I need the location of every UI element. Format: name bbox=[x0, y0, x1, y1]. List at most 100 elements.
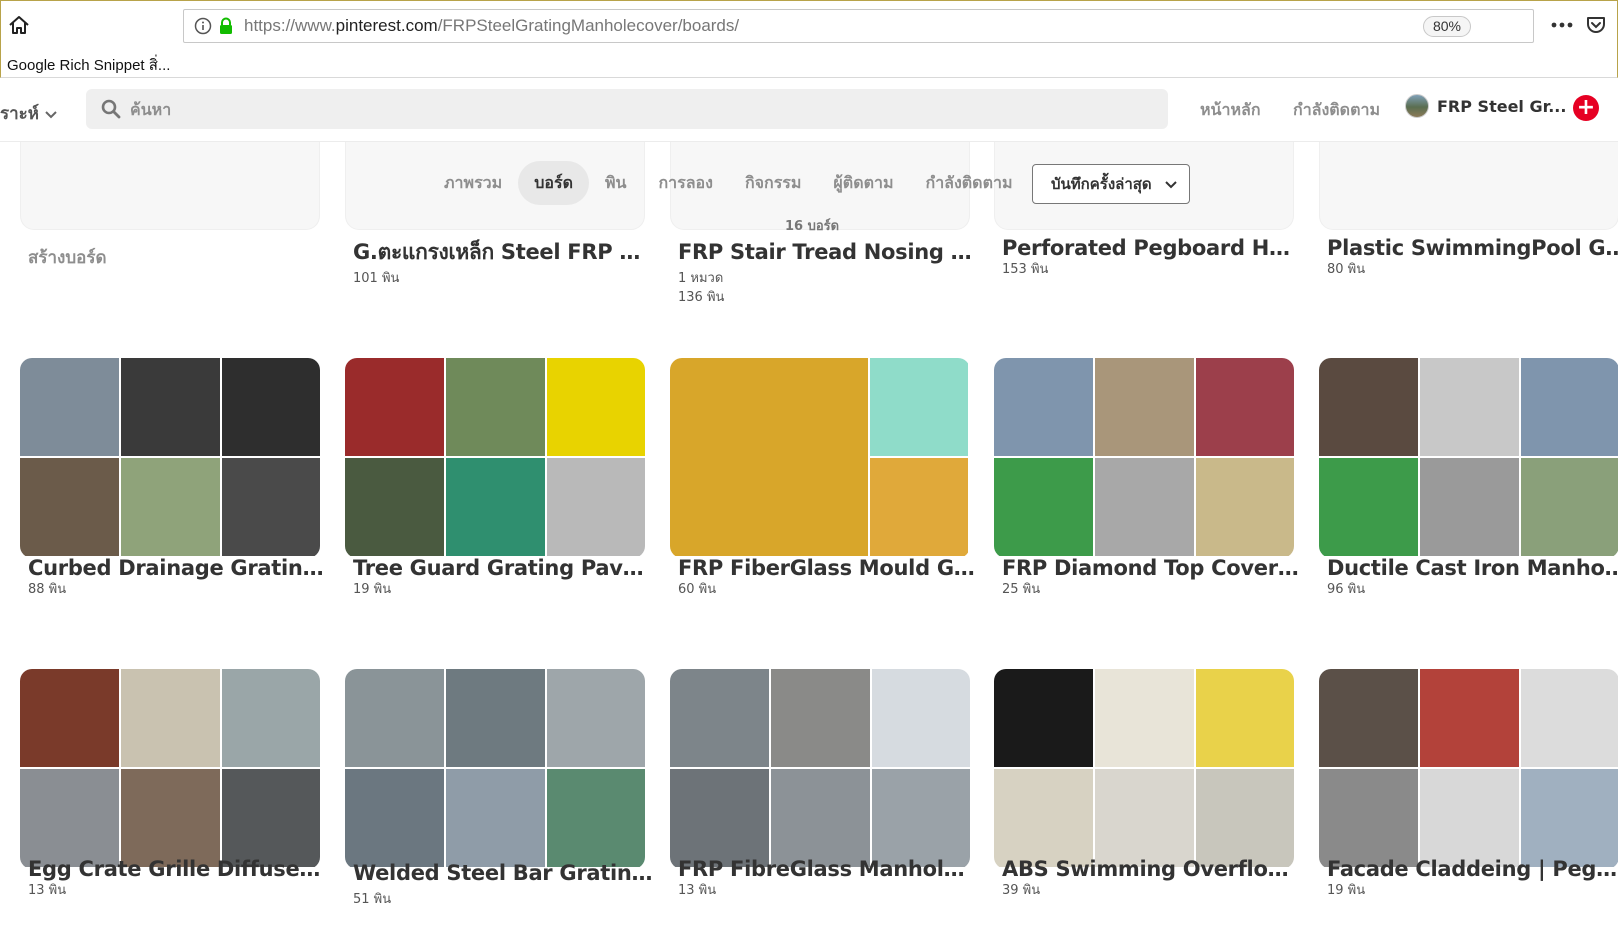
board-cover-image bbox=[121, 669, 220, 767]
board-meta: 39 พิน bbox=[1002, 883, 1041, 898]
board-title[interactable]: FRP Diamond Top Cover (S... bbox=[1002, 556, 1302, 580]
board-cover-image bbox=[1319, 769, 1418, 867]
board-cover-image bbox=[222, 358, 320, 456]
board-card[interactable]: FRP Diamond Top Cover (S... 25 พิน bbox=[1002, 556, 1302, 599]
subtab-item[interactable]: การลอง bbox=[642, 161, 729, 205]
board-cover-image bbox=[1095, 358, 1194, 456]
pocket-icon[interactable] bbox=[1584, 13, 1608, 37]
board-cover-collage[interactable] bbox=[994, 358, 1294, 558]
board-cover-image bbox=[222, 769, 320, 867]
board-cover-collage[interactable] bbox=[670, 669, 970, 869]
board-cover-image bbox=[345, 769, 444, 867]
board-cover-image bbox=[121, 358, 220, 456]
board-cover-image bbox=[20, 669, 119, 767]
board-cover-collage[interactable] bbox=[994, 669, 1294, 869]
browser-chrome: https://www.pinterest.com/FRPSteelGratin… bbox=[0, 0, 1618, 78]
board-cover-image bbox=[1196, 669, 1294, 767]
board-cover-image bbox=[222, 669, 320, 767]
board-cover-image bbox=[1196, 358, 1294, 456]
board-meta: 25 พิน bbox=[1002, 582, 1041, 597]
bookmark-item[interactable]: Google Rich Snippet สิ่... bbox=[7, 53, 170, 77]
board-cover-collage[interactable] bbox=[345, 358, 645, 558]
board-title[interactable]: Curbed Drainage Grating Sc... bbox=[28, 556, 328, 580]
board-cover-collage[interactable] bbox=[20, 669, 320, 869]
page-actions-menu-icon[interactable] bbox=[1549, 14, 1575, 36]
board-title[interactable]: Perforated Pegboard Hook ... bbox=[1002, 236, 1302, 260]
board-card[interactable]: FRP FibreGlass Manhole Co... 13 พิน bbox=[678, 857, 978, 900]
board-title[interactable]: Ductile Cast Iron Manhole C... bbox=[1327, 556, 1618, 580]
board-card[interactable]: G.ตะแกรงเหล็ก Steel FRP Gr... 101 พิน bbox=[353, 236, 653, 288]
board-cover-image bbox=[345, 458, 444, 556]
board-title[interactable]: Egg Crate Grille Diffuser Di... bbox=[28, 857, 328, 881]
board-card[interactable]: Tree Guard Grating Paver Fr... 19 พิน bbox=[353, 556, 653, 599]
board-cover-image bbox=[1521, 358, 1618, 456]
board-cover-image bbox=[345, 669, 444, 767]
board-meta: 80 พิน bbox=[1327, 262, 1366, 277]
board-card[interactable]: Perforated Pegboard Hook ... 153 พิน bbox=[1002, 236, 1302, 279]
subtab-item[interactable]: บอร์ด bbox=[518, 161, 589, 205]
board-title[interactable]: Facade Claddeing | Pegboar... bbox=[1327, 857, 1618, 881]
pinterest-header: ราะห์ หน้าหลัก กำลังติดตาม FRP Steel Gr.… bbox=[0, 78, 1618, 142]
create-board-link[interactable]: สร้างบอร์ด bbox=[28, 244, 107, 271]
board-card[interactable]: FRP FiberGlass Mould Grati... 60 พิน bbox=[678, 556, 978, 599]
subtab-item[interactable]: กิจกรรม bbox=[729, 161, 817, 205]
board-cover-image bbox=[20, 769, 119, 867]
board-title[interactable]: Tree Guard Grating Paver Fr... bbox=[353, 556, 653, 580]
zoom-level-badge[interactable]: 80% bbox=[1422, 16, 1471, 37]
board-cover-collage[interactable] bbox=[1319, 358, 1618, 558]
boards-count: 16 บอร์ด bbox=[785, 219, 840, 234]
profile-name: FRP Steel Gr... bbox=[1437, 96, 1567, 116]
board-meta: 60 พิน bbox=[678, 582, 717, 597]
board-title[interactable]: FRP FiberGlass Mould Grati... bbox=[678, 556, 978, 580]
sort-dropdown-label: บันทึกครั้งล่าสุด bbox=[1051, 175, 1152, 193]
nav-following-link[interactable]: กำลังติดตาม bbox=[1293, 98, 1380, 123]
subtab-item[interactable]: กำลังติดตาม bbox=[910, 161, 1029, 205]
board-title[interactable]: FRP FibreGlass Manhole Co... bbox=[678, 857, 978, 881]
search-input[interactable] bbox=[130, 99, 1030, 119]
info-icon[interactable] bbox=[194, 17, 212, 35]
search-bar[interactable] bbox=[86, 89, 1168, 129]
category-dropdown[interactable]: ราะห์ bbox=[0, 100, 57, 127]
board-title[interactable]: FRP Stair Tread Nosing #แผ่... bbox=[678, 236, 978, 269]
board-card[interactable]: Curbed Drainage Grating Sc... 88 พิน bbox=[28, 556, 328, 599]
board-cover-image bbox=[1095, 458, 1194, 556]
board-meta: 13 พิน bbox=[28, 883, 67, 898]
board-cover-collage[interactable] bbox=[1319, 669, 1618, 869]
board-title[interactable]: Plastic SwimmingPool Grati... bbox=[1327, 236, 1618, 260]
home-icon[interactable] bbox=[7, 13, 31, 37]
board-card[interactable]: Facade Claddeing | Pegboar... 19 พิน bbox=[1327, 857, 1618, 900]
board-cover-image bbox=[870, 358, 968, 456]
board-card[interactable]: Ductile Cast Iron Manhole C... 96 พิน bbox=[1327, 556, 1618, 599]
board-cover-image bbox=[872, 769, 970, 867]
board-cover-collage[interactable] bbox=[345, 669, 645, 869]
board-cover-image bbox=[994, 669, 1093, 767]
address-bar[interactable]: https://www.pinterest.com/FRPSteelGratin… bbox=[183, 9, 1534, 43]
board-cover-collage[interactable] bbox=[20, 358, 320, 558]
subtab-item[interactable]: ผู้ติดตาม bbox=[817, 161, 909, 205]
board-card[interactable]: Welded Steel Bar Grating ต... 51 พิน bbox=[353, 857, 653, 909]
subtab-item[interactable]: พิน bbox=[589, 161, 642, 205]
chevron-down-icon bbox=[45, 104, 57, 124]
sort-dropdown[interactable]: บันทึกครั้งล่าสุด bbox=[1032, 164, 1190, 204]
board-cover-image bbox=[670, 669, 769, 767]
nav-home-link[interactable]: หน้าหลัก bbox=[1200, 98, 1261, 123]
board-cover-image bbox=[121, 769, 220, 867]
board-card[interactable]: ABS Swimming Overflow D... 39 พิน bbox=[1002, 857, 1302, 900]
board-title[interactable]: ABS Swimming Overflow D... bbox=[1002, 857, 1302, 881]
board-title[interactable]: G.ตะแกรงเหล็ก Steel FRP Gr... bbox=[353, 236, 653, 269]
board-cover-collage[interactable] bbox=[670, 358, 970, 558]
board-cover-image bbox=[1420, 669, 1519, 767]
board-cover-image bbox=[771, 769, 870, 867]
add-pin-button[interactable]: + bbox=[1573, 95, 1599, 121]
board-card[interactable]: FRP Stair Tread Nosing #แผ่... 1 หมวด 136 … bbox=[678, 236, 978, 307]
url-text[interactable]: https://www.pinterest.com/FRPSteelGratin… bbox=[244, 16, 739, 36]
board-card[interactable]: Egg Crate Grille Diffuser Di... 13 พิน bbox=[28, 857, 328, 900]
board-cover-image bbox=[1420, 458, 1519, 556]
board-cover-image bbox=[872, 669, 970, 767]
board-cover-image bbox=[121, 458, 220, 556]
subtab-item[interactable]: ภาพรวม bbox=[428, 161, 518, 205]
profile-button[interactable]: FRP Steel Gr... bbox=[1405, 94, 1566, 118]
board-title[interactable]: Welded Steel Bar Grating ต... bbox=[353, 857, 653, 890]
board-cover-image bbox=[1319, 458, 1418, 556]
board-card[interactable]: Plastic SwimmingPool Grati... 80 พิน bbox=[1327, 236, 1618, 279]
